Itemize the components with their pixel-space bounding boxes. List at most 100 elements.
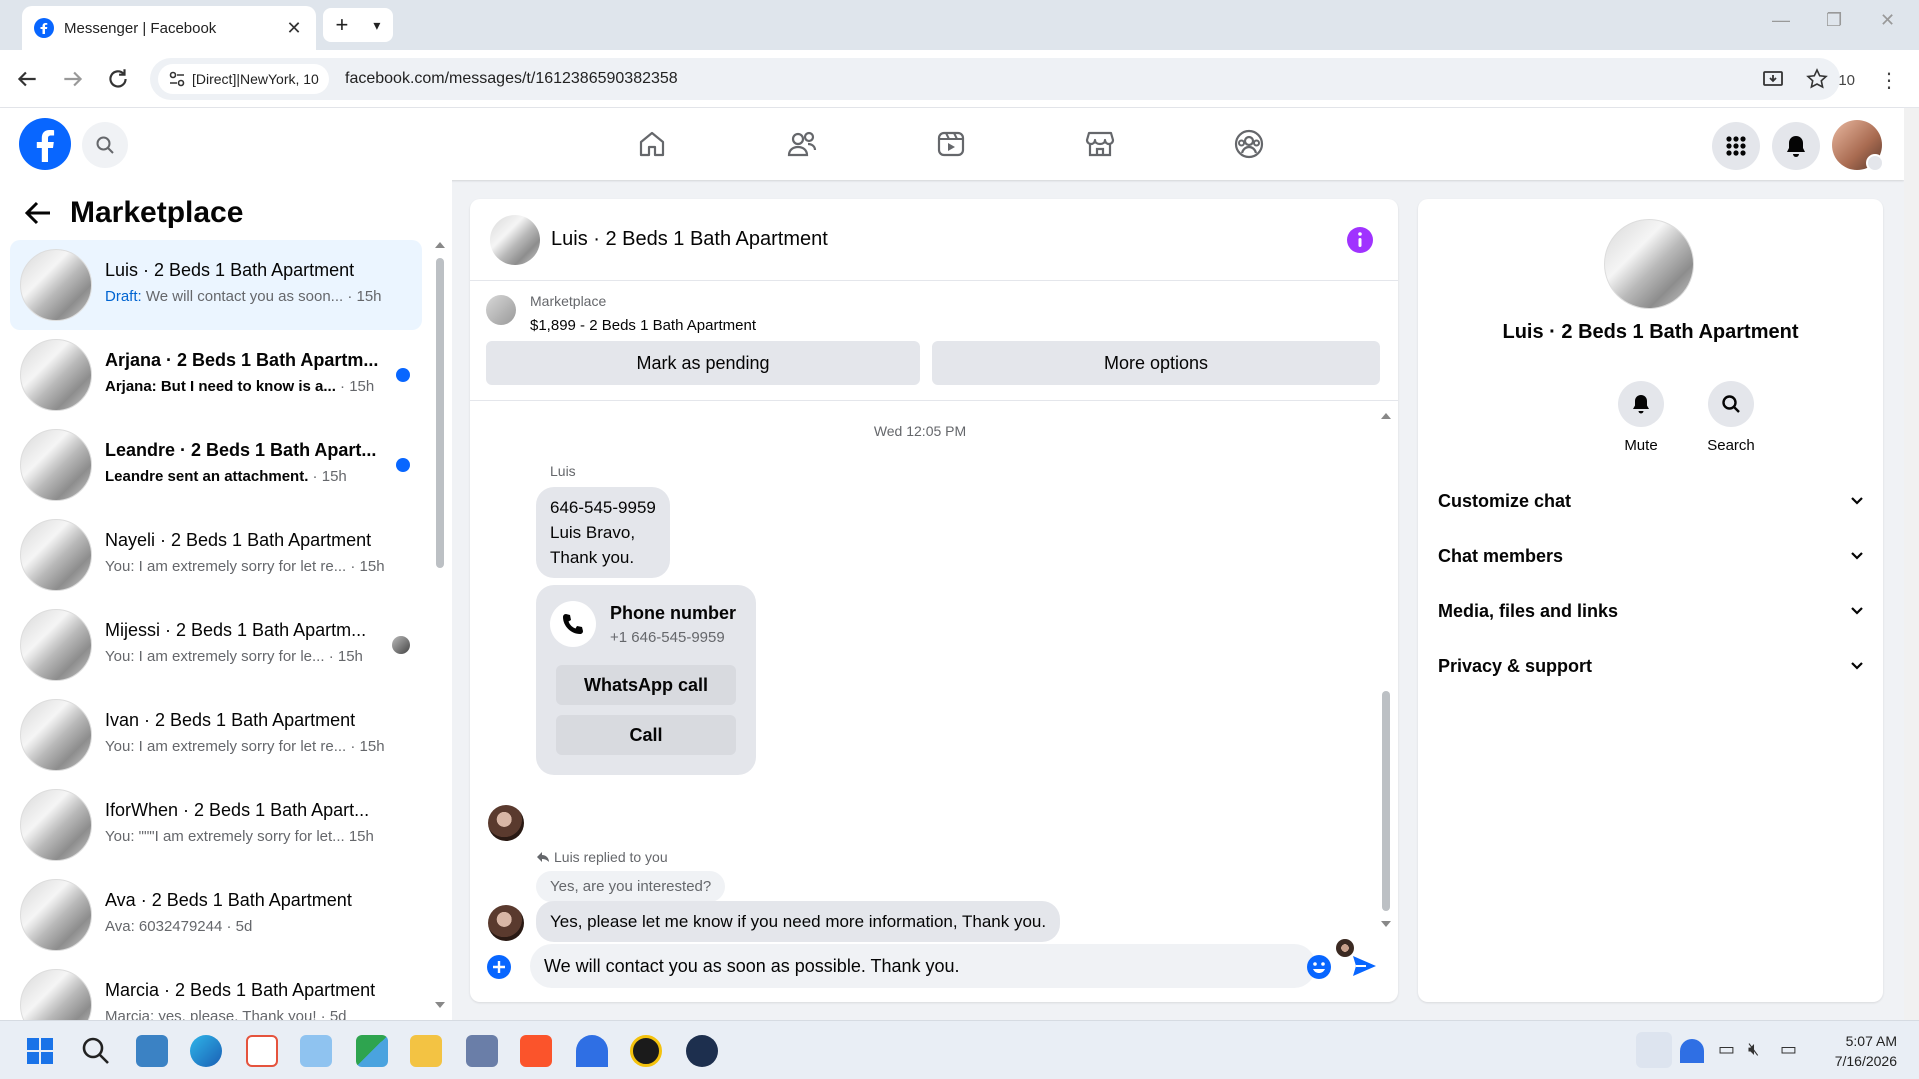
- conversation-item[interactable]: Marcia · 2 Beds 1 Bath Apartment Marcia:…: [10, 960, 422, 1020]
- mark-as-pending-button[interactable]: Mark as pending: [486, 341, 920, 385]
- conversation-name: Nayeli · 2 Beds 1 Bath Apartment: [105, 530, 372, 550]
- nav-home[interactable]: [630, 122, 674, 166]
- scroll-down-icon[interactable]: [434, 1000, 446, 1010]
- search-icon[interactable]: [80, 1035, 112, 1067]
- sidebar-header: Marketplace: [24, 196, 243, 230]
- search-action[interactable]: Search: [1691, 381, 1771, 454]
- extension-badge[interactable]: 10: [1838, 72, 1855, 89]
- chat-title[interactable]: Luis · 2 Beds 1 Bath Apartment: [551, 228, 828, 251]
- clock[interactable]: 5:07 AM 7/16/2026: [1835, 1031, 1897, 1071]
- url-text[interactable]: facebook.com/messages/t/1612386590382358: [345, 70, 678, 88]
- close-window-icon[interactable]: ✕: [1880, 10, 1895, 31]
- section-chat-members[interactable]: Chat members: [1438, 541, 1863, 571]
- proxy-chip[interactable]: [Direct]|NewYork, 10: [158, 64, 329, 94]
- browser-tab[interactable]: Messenger | Facebook ✕: [22, 6, 316, 50]
- brave-browser-icon[interactable]: [520, 1035, 552, 1067]
- nav-marketplace[interactable]: [1078, 122, 1122, 166]
- new-tab-group: + ▾: [323, 8, 393, 42]
- menu-grid-button[interactable]: [1712, 122, 1760, 170]
- proxy-browser-icon[interactable]: [686, 1035, 718, 1067]
- file-explorer-icon[interactable]: [410, 1035, 442, 1067]
- back-arrow-icon[interactable]: [24, 200, 52, 226]
- media-app-icon[interactable]: [630, 1035, 662, 1067]
- back-arrow-icon[interactable]: [14, 66, 40, 92]
- chat-listing-thumbnail[interactable]: [490, 215, 540, 265]
- proxy-chip-label: [Direct]|NewYork, 10: [192, 71, 319, 87]
- conversation-item[interactable]: Luis · 2 Beds 1 Bath Apartment Draft: We…: [10, 240, 422, 330]
- reload-icon[interactable]: [105, 66, 131, 92]
- scroll-up-icon[interactable]: [1380, 411, 1392, 421]
- facebook-search-button[interactable]: [82, 122, 128, 168]
- forward-arrow-icon[interactable]: [60, 66, 86, 92]
- section-media-files-links[interactable]: Media, files and links: [1438, 596, 1863, 626]
- edge-browser-icon[interactable]: [190, 1035, 222, 1067]
- widgets-icon[interactable]: [136, 1035, 168, 1067]
- store-app-icon[interactable]: [356, 1035, 388, 1067]
- conversation-info-name: Luis · 2 Beds 1 Bath Apartment: [1502, 321, 1799, 343]
- section-privacy-support[interactable]: Privacy & support: [1438, 651, 1863, 681]
- page-scrollbar[interactable]: [1904, 108, 1919, 1020]
- conversation-item[interactable]: Ivan · 2 Beds 1 Bath Apartment You: I am…: [10, 690, 422, 780]
- more-options-button[interactable]: More options: [932, 341, 1380, 385]
- snipping-tool-icon[interactable]: [246, 1035, 278, 1067]
- pen-tray-icon[interactable]: [1636, 1032, 1672, 1068]
- chat-scrollbar[interactable]: [1380, 411, 1392, 931]
- quoted-message[interactable]: Yes, are you interested?: [536, 871, 726, 902]
- conversation-item[interactable]: Arjana · 2 Beds 1 Bath Apartm... Arjana:…: [10, 330, 422, 420]
- whatsapp-call-button[interactable]: WhatsApp call: [556, 665, 736, 705]
- bookmark-star-icon[interactable]: [1806, 68, 1828, 90]
- notifications-button[interactable]: [1772, 122, 1820, 170]
- send-icon[interactable]: [1350, 952, 1378, 980]
- nav-friends[interactable]: [780, 122, 824, 166]
- call-button[interactable]: Call: [556, 715, 736, 755]
- message-input[interactable]: We will contact you as soon as possible.…: [530, 944, 1316, 988]
- unread-dot: [396, 368, 410, 382]
- grid-menu-icon: [1726, 136, 1746, 156]
- scroll-up-icon[interactable]: [434, 240, 446, 250]
- network-icon[interactable]: ▭: [1718, 1039, 1735, 1060]
- windows-start-icon[interactable]: [24, 1035, 56, 1067]
- conversation-item[interactable]: Leandre · 2 Beds 1 Bath Apart... Leandre…: [10, 420, 422, 510]
- chat-scroll-thumb[interactable]: [1382, 691, 1390, 911]
- conversation-item[interactable]: Ava · 2 Beds 1 Bath Apartment Ava: 60324…: [10, 870, 422, 960]
- conversation-item[interactable]: Mijessi · 2 Beds 1 Bath Apartm... You: I…: [10, 600, 422, 690]
- remote-desktop-icon[interactable]: [300, 1035, 332, 1067]
- sender-avatar[interactable]: [488, 805, 524, 841]
- mute-action[interactable]: Mute: [1601, 381, 1681, 454]
- plus-circle-icon[interactable]: [486, 954, 512, 980]
- battery-icon[interactable]: ▭: [1780, 1039, 1797, 1060]
- browser-menu-icon[interactable]: ⋮: [1879, 68, 1899, 93]
- listing-thumbnail: [20, 699, 92, 771]
- listing-thumbnail: [20, 429, 92, 501]
- omnibox[interactable]: [Direct]|NewYork, 10 facebook.com/messag…: [150, 58, 1840, 100]
- nav-video[interactable]: [929, 122, 973, 166]
- sidebar-scroll-thumb[interactable]: [436, 258, 444, 568]
- scroll-down-icon[interactable]: [1380, 919, 1392, 929]
- tab-list-chevron-icon[interactable]: ▾: [373, 17, 380, 34]
- info-icon[interactable]: [1346, 226, 1374, 254]
- new-tab-icon[interactable]: +: [336, 12, 349, 38]
- close-tab-icon[interactable]: ✕: [284, 18, 304, 39]
- facebook-logo-icon[interactable]: [19, 118, 71, 170]
- emoji-icon[interactable]: [1306, 954, 1332, 980]
- section-customize-chat[interactable]: Customize chat: [1438, 486, 1863, 516]
- conversation-name: Ava · 2 Beds 1 Bath Apartment: [105, 890, 352, 910]
- install-app-icon[interactable]: [1762, 68, 1784, 90]
- nav-groups[interactable]: [1227, 122, 1271, 166]
- message-timestamp: Wed 12:05 PM: [873, 423, 967, 439]
- profile-avatar[interactable]: [1832, 120, 1884, 172]
- search-label: Search: [1707, 437, 1755, 454]
- marketplace-label: Marketplace: [530, 293, 607, 309]
- network-tool-icon[interactable]: [466, 1035, 498, 1067]
- conversation-item[interactable]: IforWhen · 2 Beds 1 Bath Apart... You: "…: [10, 780, 422, 870]
- conversation-preview: Draft: We will contact you as soon... · …: [105, 288, 382, 305]
- volume-muted-icon[interactable]: 🔇︎: [1748, 1039, 1759, 1060]
- minimize-icon[interactable]: —: [1772, 10, 1790, 31]
- listing-price-title[interactable]: $1,899 - 2 Beds 1 Bath Apartment: [530, 317, 756, 334]
- restore-icon[interactable]: ❐: [1826, 10, 1842, 31]
- conversation-large-thumbnail[interactable]: [1604, 219, 1694, 309]
- vpn-tray-icon[interactable]: [1680, 1039, 1704, 1063]
- vpn-app-icon[interactable]: [576, 1035, 608, 1067]
- conversation-item[interactable]: Nayeli · 2 Beds 1 Bath Apartment You: I …: [10, 510, 422, 600]
- sidebar-scrollbar[interactable]: [434, 240, 446, 1010]
